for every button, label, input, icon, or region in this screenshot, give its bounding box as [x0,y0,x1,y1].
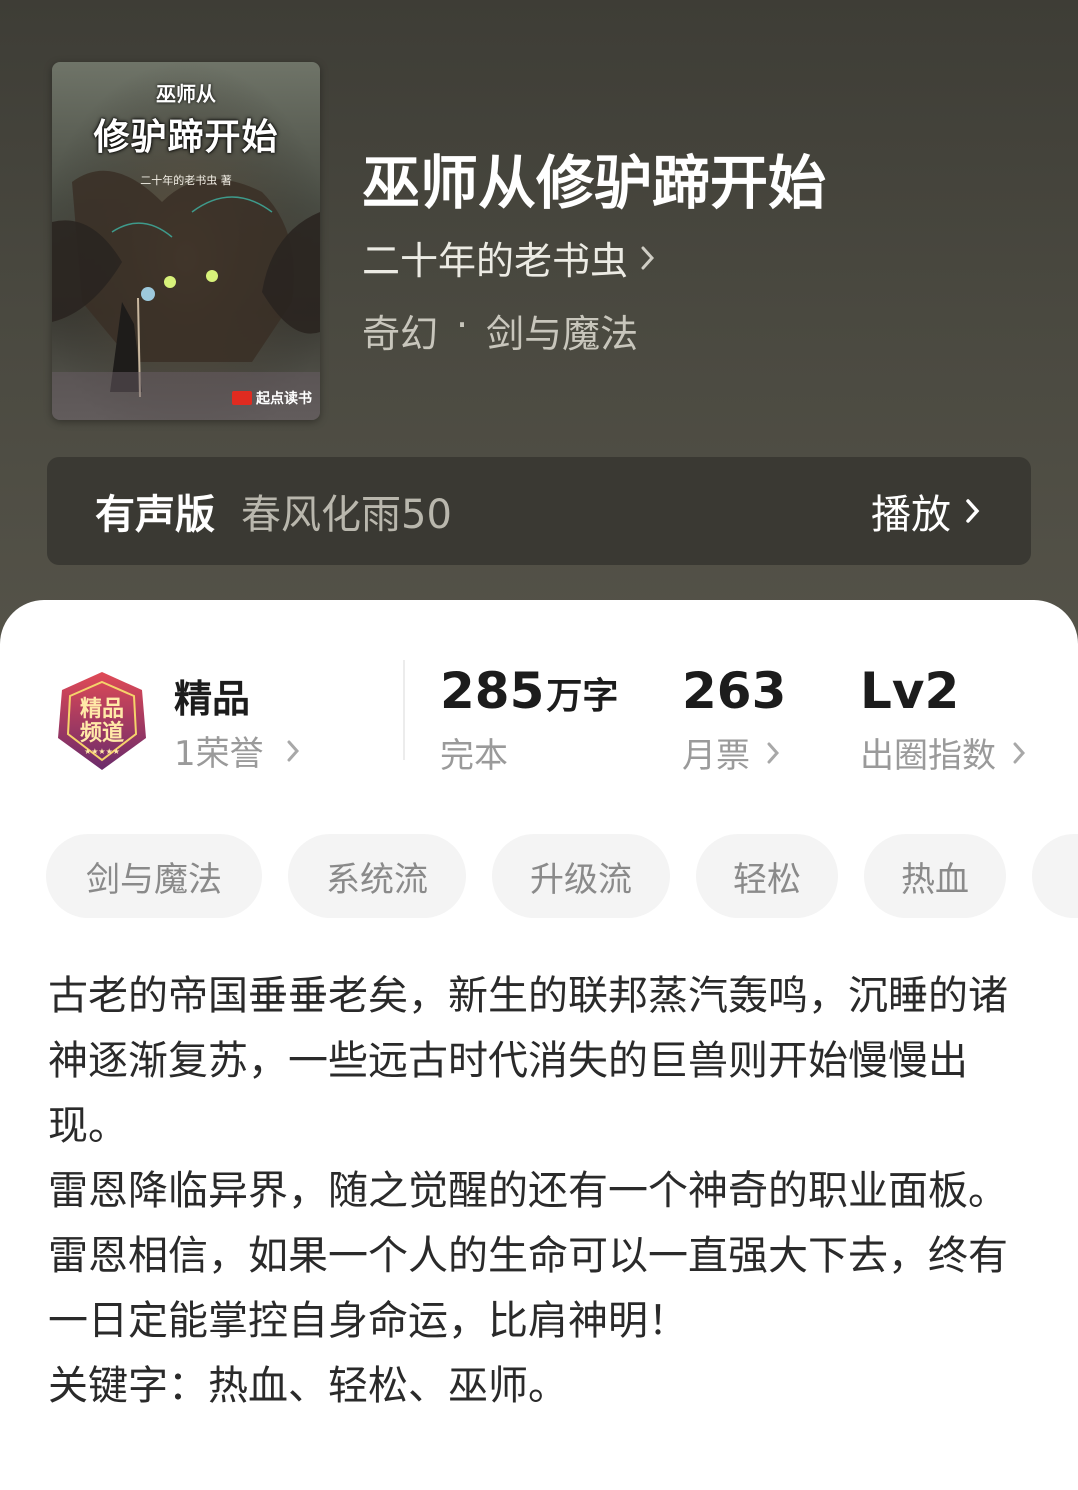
stat-words: 285 万字 完本 [440,662,618,777]
subgenre[interactable]: 剑与魔法 [486,303,638,358]
audiobook-bar[interactable]: 有声版 春风化雨50 播放 [47,457,1031,565]
tag-chip[interactable]: 升级流 [492,834,670,918]
chevron-right-icon [287,740,299,761]
honors-link[interactable]: 1荣誉 [174,726,302,775]
play-label: 播放 [871,492,951,538]
book-cover[interactable]: 巫师从 修驴蹄开始 二十年的老书虫 著 起点读书 [52,62,320,420]
audiobook-label: 有声版 [95,492,215,538]
svg-text:★★★★★: ★★★★★ [84,747,120,756]
monthly-tickets-label: 月票 [682,736,750,776]
tag-chip[interactable]: 剑 [1032,834,1078,918]
chevron-right-icon [767,742,780,763]
description-keywords: 关键字：热血、轻松、巫师。 [48,1363,568,1409]
genre-separator: · [456,303,469,347]
description-paragraph: 雷恩相信，如果一个人的生命可以一直强大下去，终有一日定能掌控自身命运，比肩神明！ [48,1233,1008,1344]
popularity-index-label: 出圈指数 [860,736,996,776]
stats-divider [403,660,405,760]
completion-status: 完本 [440,736,508,776]
book-description: 古老的帝国垂垂老矣，新生的联邦蒸汽轰鸣，沉睡的诸神逐渐复苏，一些远古时代消失的巨… [48,964,1008,1419]
publisher-logo-icon [232,391,252,405]
genre-row: 奇幻 · 剑与魔法 [362,303,638,358]
tag-list: 剑与魔法 系统流 升级流 轻松 热血 剑 [46,834,1078,920]
quality-badge-icon[interactable]: 精品 频道 ★★★★★ [50,668,154,774]
tag-chip[interactable]: 剑与魔法 [46,834,262,918]
cover-title-small: 巫师从 [156,82,216,106]
cover-author: 二十年的老书虫 著 [140,174,232,187]
honors-count: 1荣誉 [174,734,264,774]
cover-publisher: 起点读书 [232,388,312,408]
tag-chip[interactable]: 轻松 [696,834,838,918]
tag-chip[interactable]: 系统流 [288,834,466,918]
chevron-right-icon [1013,742,1026,763]
author-name: 二十年的老书虫 [362,239,629,283]
chevron-right-icon [966,499,980,523]
description-paragraph: 古老的帝国垂垂老矣，新生的联邦蒸汽轰鸣，沉睡的诸神逐渐复苏，一些远古时代消失的巨… [48,973,1008,1149]
tag-chip[interactable]: 热血 [864,834,1006,918]
stat-popularity-index[interactable]: Lv2 出圈指数 [860,662,1028,777]
description-paragraph: 雷恩降临异界，随之觉醒的还有一个神奇的职业面板。 [48,1168,1008,1214]
chevron-right-icon [641,246,655,269]
svg-text:频道: 频道 [80,720,124,746]
stat-monthly-tickets[interactable]: 263 月票 [682,662,786,777]
word-count-unit: 万字 [546,676,619,717]
publisher-name: 起点读书 [256,391,312,407]
author-link[interactable]: 二十年的老书虫 [362,230,658,285]
popularity-level-value: Lv2 [860,662,960,720]
book-title: 巫师从修驴蹄开始 [362,149,827,217]
monthly-tickets-value: 263 [682,662,787,720]
quality-title: 精品 [174,677,251,721]
word-count-value: 285 [440,662,545,720]
play-button[interactable]: 播放 [871,482,983,540]
genre[interactable]: 奇幻 [362,303,438,358]
svg-text:精品: 精品 [80,696,124,722]
narrator-name: 春风化雨50 [241,492,452,538]
cover-title-big: 修驴蹄开始 [93,116,279,158]
